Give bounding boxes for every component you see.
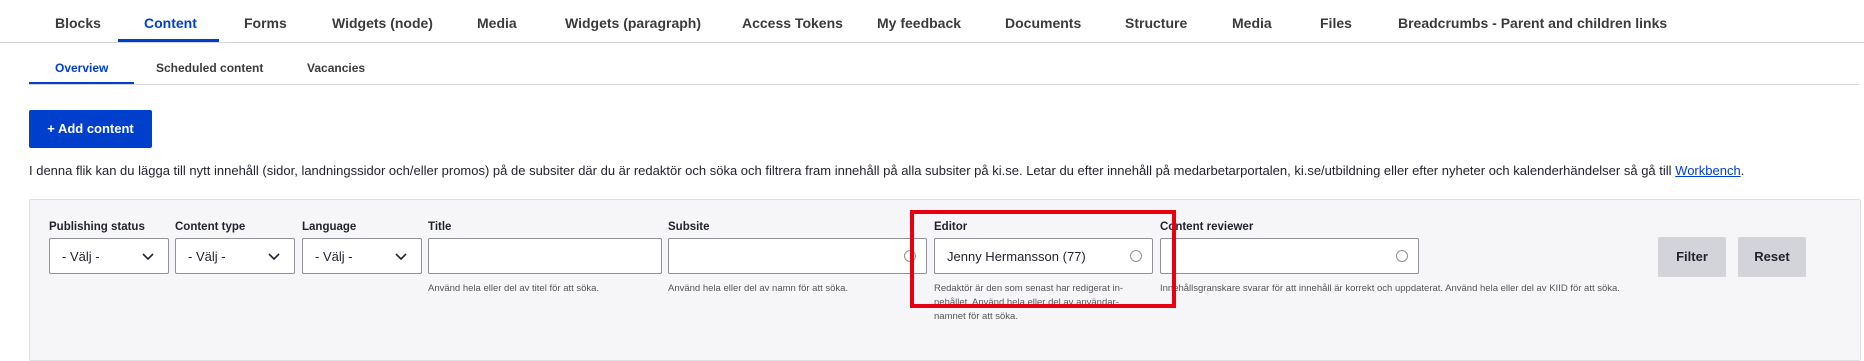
tab-my-feedback[interactable]: My feedback xyxy=(877,0,961,42)
intro-end: . xyxy=(1740,163,1745,178)
autocomplete-icon xyxy=(904,250,916,262)
language-label: Language xyxy=(302,221,357,233)
tab-widgets-node[interactable]: Widgets (node) xyxy=(332,0,433,42)
secondary-tabs: Overview Scheduled content Vacancies xyxy=(29,50,1859,85)
tab-media-2[interactable]: Media xyxy=(1232,0,1272,42)
tab-breadcrumbs[interactable]: Breadcrumbs - Parent and children links xyxy=(1398,0,1667,42)
intro-text: I denna flik kan du lägga till nytt inne… xyxy=(29,163,1744,178)
subsite-label: Subsite xyxy=(668,221,710,233)
workbench-link[interactable]: Workbench xyxy=(1675,163,1741,178)
editor-value: Jenny Hermansson (77) xyxy=(947,249,1086,264)
tab-content[interactable]: Content xyxy=(144,0,197,42)
publishing-status-label: Publishing status xyxy=(49,221,145,233)
filter-button[interactable]: Filter xyxy=(1658,237,1726,277)
content-type-label: Content type xyxy=(175,221,246,233)
publishing-status-select[interactable]: - Välj - xyxy=(49,238,169,274)
content-reviewer-input[interactable] xyxy=(1160,238,1419,274)
tab-widgets-paragraph[interactable]: Widgets (paragraph) xyxy=(565,0,701,42)
reset-button[interactable]: Reset xyxy=(1738,237,1806,277)
editor-description: Redaktör är den som senast har redigerat… xyxy=(934,282,1164,324)
subtab-overview[interactable]: Overview xyxy=(55,50,108,84)
chevron-down-icon xyxy=(268,253,280,261)
title-description: Använd hela eller del av titel för att s… xyxy=(428,283,600,294)
chevron-down-icon xyxy=(395,253,407,261)
title-input[interactable] xyxy=(428,238,662,274)
subsite-description: Använd hela eller del av namn för att sö… xyxy=(668,283,849,294)
publishing-status-value: - Välj - xyxy=(62,249,100,264)
editor-description-line: Redaktör är den som senast har redigerat… xyxy=(934,283,1124,294)
language-select[interactable]: - Välj - xyxy=(302,238,422,274)
autocomplete-icon xyxy=(1130,250,1142,262)
content-reviewer-label: Content reviewer xyxy=(1160,221,1254,233)
subtab-scheduled-content[interactable]: Scheduled content xyxy=(156,50,263,84)
tab-structure[interactable]: Structure xyxy=(1125,0,1187,42)
autocomplete-icon xyxy=(1396,250,1408,262)
tab-media[interactable]: Media xyxy=(477,0,517,42)
editor-description-line: nehållet. Använd hela eller del av använ… xyxy=(934,297,1119,308)
add-content-button[interactable]: + Add content xyxy=(29,110,152,148)
editor-description-line: namnet för att söka. xyxy=(934,311,1018,322)
chevron-down-icon xyxy=(142,253,154,261)
tab-access-tokens[interactable]: Access Tokens xyxy=(742,0,843,42)
tab-forms[interactable]: Forms xyxy=(244,0,287,42)
active-tab-indicator xyxy=(118,39,219,42)
editor-input[interactable]: Jenny Hermansson (77) xyxy=(934,238,1153,274)
tab-files[interactable]: Files xyxy=(1320,0,1352,42)
content-type-select[interactable]: - Välj - xyxy=(175,238,295,274)
content-type-value: - Välj - xyxy=(188,249,226,264)
title-label: Title xyxy=(428,221,452,233)
tab-blocks[interactable]: Blocks xyxy=(55,0,101,42)
language-value: - Välj - xyxy=(315,249,353,264)
subsite-input[interactable] xyxy=(668,238,927,274)
intro-body: I denna flik kan du lägga till nytt inne… xyxy=(29,163,1676,178)
primary-tabs: Blocks Content Forms Widgets (node) Medi… xyxy=(0,0,1864,43)
active-subtab-indicator xyxy=(29,82,134,84)
tab-documents[interactable]: Documents xyxy=(1005,0,1081,42)
content-reviewer-description: Innehållsgranskare svarar för att innehå… xyxy=(1160,283,1620,294)
subtab-vacancies[interactable]: Vacancies xyxy=(307,50,365,84)
editor-label: Editor xyxy=(934,221,968,233)
